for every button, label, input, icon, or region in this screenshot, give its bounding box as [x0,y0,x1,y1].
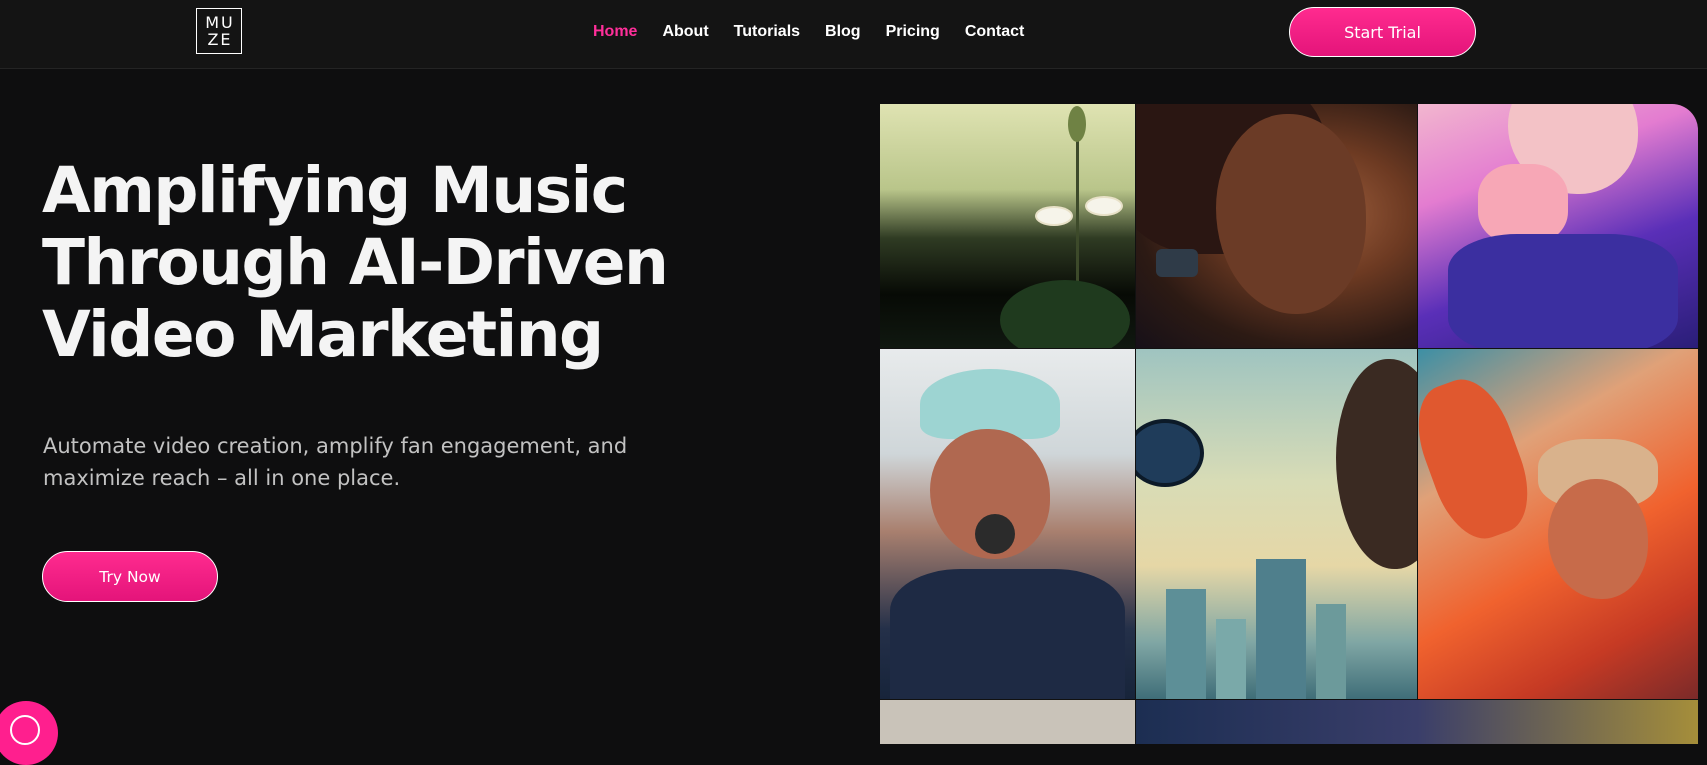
logo-line-2: ZE [207,30,233,49]
building [1256,559,1306,699]
building [1166,589,1206,699]
woman-braids-portrait [1136,104,1417,348]
nav-pricing[interactable]: Pricing [886,23,940,41]
hand [1478,164,1568,244]
hand [1418,368,1543,550]
face [1548,479,1648,599]
nav-home[interactable]: Home [593,23,637,41]
nav-about[interactable]: About [662,23,708,41]
face [1216,114,1366,314]
partial-city-image [1136,700,1698,744]
jersey [890,569,1125,699]
white-flower [1037,208,1071,224]
building [1316,604,1346,699]
nav-tutorials[interactable]: Tutorials [734,23,800,41]
chat-bubble-icon[interactable] [0,701,58,765]
partial-portrait-image [880,700,1135,744]
nav-blog[interactable]: Blog [825,23,861,41]
muze-logo[interactable]: MU ZE [196,8,242,54]
hero-subtitle: Automate video creation, amplify fan eng… [43,434,628,490]
logo-line-1: MU [205,13,235,32]
try-now-button[interactable]: Try Now [42,551,218,602]
hero-title: Amplifying Music Through AI-Driven Video… [42,154,669,371]
white-flower [1087,198,1121,214]
leaf [1000,280,1130,348]
nature-flowers-image [880,104,1135,348]
site-header: MU ZE Home About Tutorials Blog Pricing … [0,0,1707,69]
earring [1156,249,1198,277]
nav-contact[interactable]: Contact [965,23,1025,41]
face-profile [1336,359,1417,569]
microphone [1136,419,1204,487]
man-blue-cap-singer [880,349,1135,699]
man-colorful-hands [1418,349,1698,699]
flower-bud [1068,106,1086,142]
jacket [1448,234,1678,348]
main-nav: Home About Tutorials Blog Pricing Contac… [593,20,1024,44]
building [1216,619,1246,699]
start-trial-button[interactable]: Start Trial [1289,7,1476,57]
man-microphone-city [1136,349,1417,699]
anime-girl-portrait [1418,104,1698,348]
artist-image-grid [880,104,1698,744]
microphone [975,514,1015,554]
